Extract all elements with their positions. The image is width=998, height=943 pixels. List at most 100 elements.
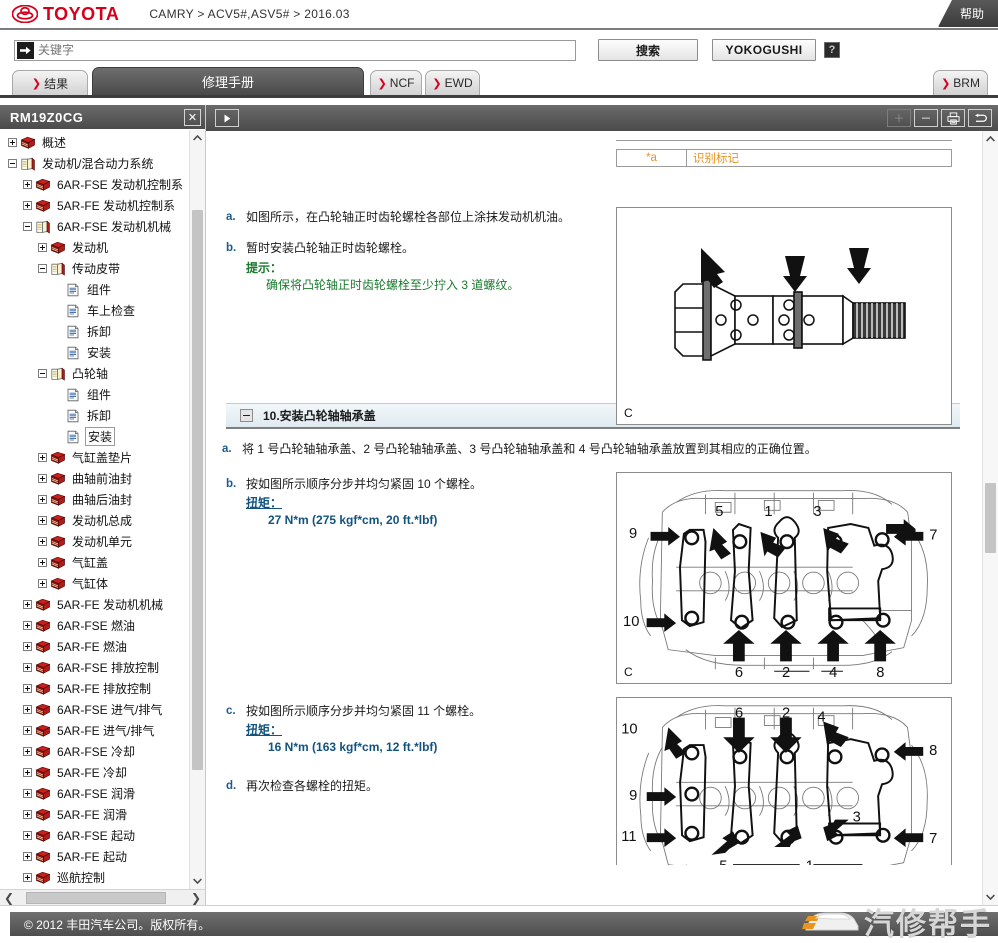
tree-node-9[interactable]: 拆卸 [0,321,189,342]
tree-node-12[interactable]: 组件 [0,384,189,405]
tree-node-34[interactable]: 5AR-FE 起动 [0,846,189,867]
document-scroll-area[interactable]: *a 识别标记 a. 如图所示，在凸轮轴正时齿轮螺栓各部位上涂抹发动机机油。 b… [206,131,982,905]
expand-icon[interactable] [23,873,32,882]
tree-node-6[interactable]: 传动皮带 [0,258,189,279]
tab-ncf[interactable]: ❯ NCF [370,70,422,95]
tree-node-29[interactable]: 6AR-FSE 冷却 [0,741,189,762]
document-vertical-scrollbar[interactable] [982,131,998,905]
scroll-up-icon[interactable] [983,131,998,147]
collapse-section-icon[interactable] [240,409,253,422]
collapse-icon[interactable] [38,369,47,378]
close-icon[interactable]: ✕ [184,108,201,126]
expand-icon[interactable] [38,537,47,546]
tree-node-31[interactable]: 6AR-FSE 润滑 [0,783,189,804]
search-help-icon[interactable]: ? [824,42,840,58]
expand-icon[interactable] [38,558,47,567]
tree-vertical-scrollbar[interactable] [189,130,205,889]
tree-node-30[interactable]: 5AR-FE 冷却 [0,762,189,783]
tree-node-10[interactable]: 安装 [0,342,189,363]
tab-ncf-label: NCF [389,76,415,90]
back-icon[interactable] [968,109,992,127]
print-icon[interactable] [941,109,965,127]
tree-node-11[interactable]: 凸轮轴 [0,363,189,384]
scroll-up-icon[interactable] [190,130,205,146]
expand-icon[interactable] [38,474,47,483]
tree-node-19[interactable]: 发动机单元 [0,531,189,552]
tree-forward-button[interactable] [215,109,239,127]
expand-icon[interactable] [23,600,32,609]
tree-node-7[interactable]: 组件 [0,279,189,300]
tree-node-33[interactable]: 6AR-FSE 起动 [0,825,189,846]
expand-icon[interactable] [23,726,32,735]
search-input[interactable] [38,40,575,60]
expand-icon[interactable] [23,747,32,756]
expand-icon[interactable] [38,579,47,588]
tree-node-32[interactable]: 5AR-FE 润滑 [0,804,189,825]
tree-node-28[interactable]: 5AR-FE 进气/排气 [0,720,189,741]
hscroll-track[interactable] [18,891,187,905]
expand-icon[interactable] [23,768,32,777]
expand-icon[interactable] [8,138,17,147]
expand-icon[interactable] [38,453,47,462]
tab-brm[interactable]: ❯ BRM [933,70,988,95]
tab-results[interactable]: ❯ 结果 [12,70,88,95]
expand-icon[interactable] [38,243,47,252]
search-box[interactable] [14,39,576,61]
expand-icon[interactable] [23,684,32,693]
expand-icon[interactable] [23,201,32,210]
tree-scroll-thumb[interactable] [192,210,203,770]
search-submit-arrow-icon[interactable] [17,42,34,59]
tree-node-18[interactable]: 发动机总成 [0,510,189,531]
help-button[interactable]: 帮助 [937,0,998,27]
scroll-down-icon[interactable] [983,889,998,905]
tree-node-22[interactable]: 5AR-FE 发动机机械 [0,594,189,615]
tree-node-8[interactable]: 车上检查 [0,300,189,321]
yokogushi-button[interactable]: YOKOGUSHI [712,39,816,61]
tree-node-20[interactable]: 气缸盖 [0,552,189,573]
document-scroll-thumb[interactable] [985,483,996,553]
tree-node-16[interactable]: 曲轴前油封 [0,468,189,489]
scroll-left-icon[interactable]: ❮ [0,891,18,905]
collapse-icon[interactable] [38,264,47,273]
tree-node-5[interactable]: 发动机 [0,237,189,258]
expand-icon[interactable] [38,495,47,504]
tree-node-15[interactable]: 气缸盖垫片 [0,447,189,468]
expand-icon[interactable] [23,810,32,819]
expand-icon[interactable] [38,516,47,525]
search-button[interactable]: 搜索 [598,39,698,61]
tree-node-13[interactable]: 拆卸 [0,405,189,426]
expand-all-button[interactable]: ＋ [887,109,911,127]
tree-node-21[interactable]: 气缸体 [0,573,189,594]
expand-icon[interactable] [23,180,32,189]
collapse-icon[interactable] [23,222,32,231]
scroll-down-icon[interactable] [190,873,205,889]
tree-node-4[interactable]: 6AR-FSE 发动机机械 [0,216,189,237]
tree-node-3[interactable]: 5AR-FE 发动机控制系 [0,195,189,216]
collapse-all-button[interactable]: － [914,109,938,127]
tree-node-2[interactable]: 6AR-FSE 发动机控制系 [0,174,189,195]
expand-icon[interactable] [23,705,32,714]
scroll-right-icon[interactable]: ❯ [187,891,205,905]
tree-node-0[interactable]: 概述 [0,132,189,153]
tree-node-list[interactable]: 概述 发动机/混合动力系统 6AR-FSE 发动机控制系 5AR-FE 发动机控制系 6… [0,130,189,889]
expand-icon[interactable] [23,663,32,672]
expand-icon[interactable] [23,642,32,651]
tree-node-24[interactable]: 5AR-FE 燃油 [0,636,189,657]
expand-icon[interactable] [23,831,32,840]
collapse-icon[interactable] [8,159,17,168]
tree-node-1[interactable]: 发动机/混合动力系统 [0,153,189,174]
expand-icon[interactable] [23,621,32,630]
tree-node-27[interactable]: 6AR-FSE 进气/排气 [0,699,189,720]
tab-repair-manual[interactable]: 修理手册 [92,67,364,95]
tree-node-26[interactable]: 5AR-FE 排放控制 [0,678,189,699]
tree-node-14[interactable]: 安装 [0,426,189,447]
tab-ewd[interactable]: ❯ EWD [425,70,480,95]
expand-icon[interactable] [23,852,32,861]
expand-icon[interactable] [23,789,32,798]
tree-horizontal-scrollbar[interactable]: ❮ ❯ [0,889,205,905]
tree-node-25[interactable]: 6AR-FSE 排放控制 [0,657,189,678]
tree-node-17[interactable]: 曲轴后油封 [0,489,189,510]
tree-node-35[interactable]: 巡航控制 [0,867,189,888]
tree-node-23[interactable]: 6AR-FSE 燃油 [0,615,189,636]
hscroll-thumb[interactable] [26,891,166,904]
